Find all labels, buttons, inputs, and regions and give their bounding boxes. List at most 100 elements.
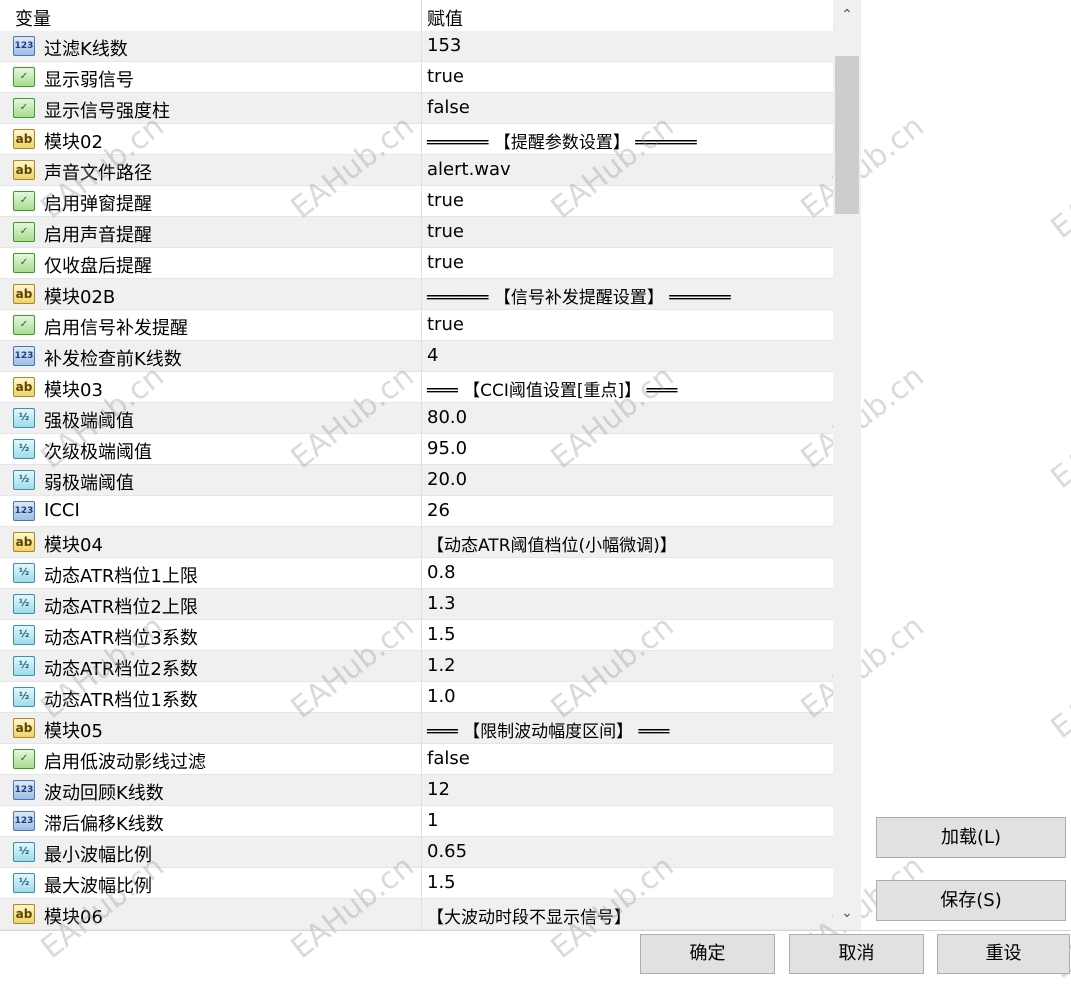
table-row[interactable]: ab 模块02B ══════ 【信号补发提醒设置】 ══════ xyxy=(0,279,833,310)
table-row[interactable]: 123 ICCI 26 xyxy=(0,496,833,527)
row-value[interactable]: false xyxy=(427,748,470,769)
table-row[interactable]: ✓ 仅收盘后提醒 true xyxy=(0,248,833,279)
table-row[interactable]: ab 模块06 【大波动时段不显示信号】 xyxy=(0,899,833,930)
table-row[interactable]: ½ 动态ATR档位1上限 0.8 xyxy=(0,558,833,589)
row-variable-name: 模块05 xyxy=(44,721,103,742)
column-separator xyxy=(421,124,422,155)
table-row[interactable]: ✓ 启用声音提醒 true xyxy=(0,217,833,248)
row-value[interactable]: true xyxy=(427,221,464,242)
str-type-icon: ab xyxy=(13,904,35,924)
row-value[interactable]: 26 xyxy=(427,500,450,521)
column-separator xyxy=(421,527,422,558)
bool-type-icon: ✓ xyxy=(13,222,35,242)
header-variable[interactable]: 变量 xyxy=(15,5,51,31)
load-button[interactable]: 加载(L) xyxy=(876,817,1066,858)
row-value[interactable]: 1.3 xyxy=(427,593,456,614)
row-value[interactable]: 【大波动时段不显示信号】 xyxy=(427,903,631,928)
row-value[interactable]: ═══ 【CCI阈值设置[重点]】 ═══ xyxy=(427,376,677,401)
dbl-type-icon: ½ xyxy=(13,439,35,459)
reset-button[interactable]: 重设 xyxy=(937,934,1070,974)
table-row[interactable]: ab 声音文件路径 alert.wav xyxy=(0,155,833,186)
int-type-icon: 123 xyxy=(13,780,35,800)
row-value[interactable]: 【动态ATR阈值档位(小幅微调)】 xyxy=(427,531,677,556)
row-value[interactable]: 153 xyxy=(427,35,461,56)
table-row[interactable]: ✓ 启用信号补发提醒 true xyxy=(0,310,833,341)
row-value[interactable]: 95.0 xyxy=(427,438,467,459)
table-row[interactable]: ½ 动态ATR档位1系数 1.0 xyxy=(0,682,833,713)
table-row[interactable]: ½ 弱极端阈值 20.0 xyxy=(0,465,833,496)
row-value[interactable]: 0.8 xyxy=(427,562,456,583)
table-row[interactable]: ½ 动态ATR档位2上限 1.3 xyxy=(0,589,833,620)
table-row[interactable]: ½ 最小波幅比例 0.65 xyxy=(0,837,833,868)
table-row[interactable]: ab 模块05 ═══ 【限制波动幅度区间】 ═══ xyxy=(0,713,833,744)
row-value[interactable]: 1.5 xyxy=(427,872,456,893)
row-value[interactable]: 1.0 xyxy=(427,686,456,707)
row-variable-name: 强极端阈值 xyxy=(44,411,134,432)
table-row[interactable]: ab 模块04 【动态ATR阈值档位(小幅微调)】 xyxy=(0,527,833,558)
bool-type-icon: ✓ xyxy=(13,253,35,273)
row-value[interactable]: 80.0 xyxy=(427,407,467,428)
row-value[interactable]: false xyxy=(427,97,470,118)
column-separator xyxy=(421,868,422,899)
column-separator xyxy=(421,899,422,930)
row-value[interactable]: ══════ 【信号补发提醒设置】 ══════ xyxy=(427,283,731,308)
table-row[interactable]: ✓ 启用低波动影线过滤 false xyxy=(0,744,833,775)
table-row[interactable]: ✓ 显示弱信号 true xyxy=(0,62,833,93)
watermark-text: EAHub.cn xyxy=(1044,379,1071,496)
row-value[interactable]: 12 xyxy=(427,779,450,800)
table-row[interactable]: ½ 强极端阈值 80.0 xyxy=(0,403,833,434)
cancel-button[interactable]: 取消 xyxy=(789,934,924,974)
scroll-thumb[interactable] xyxy=(835,56,859,214)
scroll-up-icon[interactable]: ⌃ xyxy=(833,0,861,30)
table-row[interactable]: ½ 最大波幅比例 1.5 xyxy=(0,868,833,899)
table-row[interactable]: ab 模块02 ══════ 【提醒参数设置】 ══════ xyxy=(0,124,833,155)
table-row[interactable]: ✓ 启用弹窗提醒 true xyxy=(0,186,833,217)
table-row[interactable]: ½ 动态ATR档位3系数 1.5 xyxy=(0,620,833,651)
ok-button[interactable]: 确定 xyxy=(640,934,775,974)
row-value[interactable]: 4 xyxy=(427,345,438,366)
column-separator xyxy=(421,651,422,682)
table-row[interactable]: 123 过滤K线数 153 xyxy=(0,31,833,62)
row-value[interactable]: alert.wav xyxy=(427,159,511,180)
str-type-icon: ab xyxy=(13,377,35,397)
row-value[interactable]: 1.2 xyxy=(427,655,456,676)
table-row[interactable]: 123 补发检查前K线数 4 xyxy=(0,341,833,372)
row-value[interactable]: true xyxy=(427,190,464,211)
table-row[interactable]: ✓ 显示信号强度柱 false xyxy=(0,93,833,124)
table-row[interactable]: ½ 次级极端阈值 95.0 xyxy=(0,434,833,465)
column-separator xyxy=(421,93,422,124)
bool-type-icon: ✓ xyxy=(13,749,35,769)
column-separator xyxy=(421,620,422,651)
row-value[interactable]: 1.5 xyxy=(427,624,456,645)
vertical-scrollbar[interactable]: ⌃ ⌄ xyxy=(833,0,861,930)
column-separator xyxy=(421,775,422,806)
row-variable-name: 动态ATR档位2系数 xyxy=(44,659,198,680)
header-value[interactable]: 赋值 xyxy=(427,5,463,31)
column-separator xyxy=(421,155,422,186)
row-variable-name: 仅收盘后提醒 xyxy=(44,256,152,277)
row-value[interactable]: ═══ 【限制波动幅度区间】 ═══ xyxy=(427,717,669,742)
row-variable-name: 最小波幅比例 xyxy=(44,845,152,866)
row-value[interactable]: true xyxy=(427,314,464,335)
dbl-type-icon: ½ xyxy=(13,873,35,893)
row-variable-name: 模块02 xyxy=(44,132,103,153)
table-row[interactable]: ab 模块03 ═══ 【CCI阈值设置[重点]】 ═══ xyxy=(0,372,833,403)
row-value[interactable]: 1 xyxy=(427,810,438,831)
table-row[interactable]: 123 波动回顾K线数 12 xyxy=(0,775,833,806)
int-type-icon: 123 xyxy=(13,346,35,366)
row-value[interactable]: true xyxy=(427,252,464,273)
row-value[interactable]: 0.65 xyxy=(427,841,467,862)
scroll-down-icon[interactable]: ⌄ xyxy=(833,898,861,928)
row-value[interactable]: 20.0 xyxy=(427,469,467,490)
table-row[interactable]: 123 滞后偏移K线数 1 xyxy=(0,806,833,837)
table-row[interactable]: ½ 动态ATR档位2系数 1.2 xyxy=(0,651,833,682)
row-value[interactable]: true xyxy=(427,66,464,87)
save-button[interactable]: 保存(S) xyxy=(876,880,1066,921)
column-separator xyxy=(421,558,422,589)
column-separator xyxy=(421,682,422,713)
column-separator xyxy=(421,806,422,837)
column-separator xyxy=(421,217,422,248)
column-separator xyxy=(421,248,422,279)
row-value[interactable]: ══════ 【提醒参数设置】 ══════ xyxy=(427,128,697,153)
row-variable-name: 滞后偏移K线数 xyxy=(44,814,164,835)
